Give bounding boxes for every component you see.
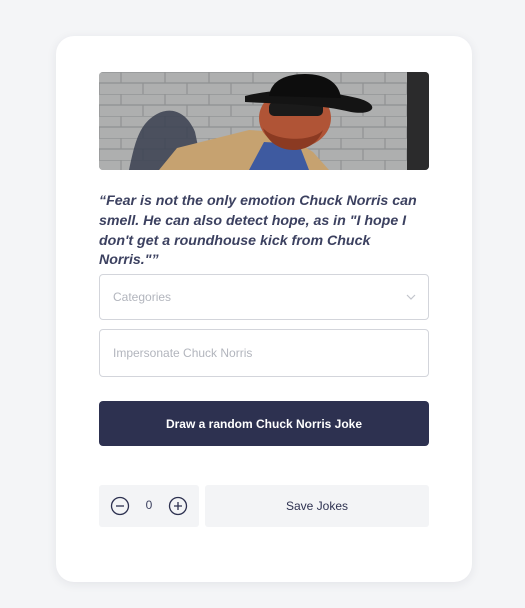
chevron-down-icon [406,294,416,300]
minus-circle-icon[interactable] [110,496,130,516]
save-jokes-button[interactable]: Save Jokes [205,485,429,527]
draw-joke-button[interactable]: Draw a random Chuck Norris Joke [99,401,429,446]
joke-card: “Fear is not the only emotion Chuck Norr… [56,36,472,582]
chuck-norris-photo [99,72,429,170]
quantity-stepper: 0 [99,485,199,527]
joke-quote: “Fear is not the only emotion Chuck Norr… [99,193,417,269]
stepper-value: 0 [145,498,153,512]
category-select[interactable]: Categories [99,274,429,320]
plus-circle-icon[interactable] [168,496,188,516]
impersonate-field[interactable] [99,329,429,377]
category-select-placeholder: Categories [113,290,172,304]
impersonate-input[interactable] [113,346,428,360]
